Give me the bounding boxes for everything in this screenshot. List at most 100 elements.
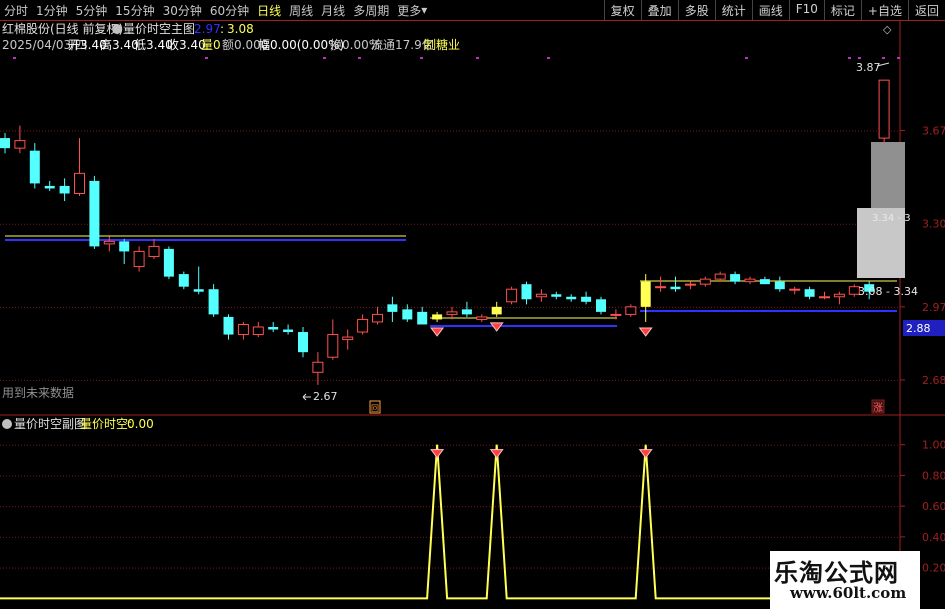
grid-dot-sub (549, 475, 550, 477)
grid-dot-main (513, 223, 514, 225)
grid-dot-main (30, 223, 31, 225)
grid-dot-main (510, 223, 511, 225)
grid-dot-main (39, 130, 40, 132)
grid-dot-main (591, 379, 592, 381)
grid-dot-main (270, 379, 271, 381)
grid-dot-sub (120, 475, 121, 477)
grid-dot-sub (693, 475, 694, 477)
grid-dot-sub (726, 567, 727, 569)
grid-dot-sub (72, 536, 73, 538)
grid-dot-main (768, 223, 769, 225)
grid-dot-main (549, 379, 550, 381)
grid-dot-main (372, 223, 373, 225)
grid-dot-main (735, 130, 736, 132)
grid-dot-sub (549, 536, 550, 538)
grid-dot-sub (615, 536, 616, 538)
grid-dot-sub (876, 506, 877, 508)
grid-dot-sub (57, 567, 58, 569)
grid-dot-main (60, 379, 61, 381)
grid-dot-main (816, 223, 817, 225)
grid-dot-main (531, 379, 532, 381)
grid-dot-main (156, 223, 157, 225)
grid-dot-sub (30, 536, 31, 538)
kline-chart[interactable]: 2.682.973.303.670.200.400.600.801.00 红棉股… (0, 0, 945, 609)
grid-dot-main (141, 130, 142, 132)
grid-dot-main (813, 130, 814, 132)
grid-dot-sub (237, 475, 238, 477)
grid-dot-sub (15, 506, 16, 508)
grid-dot-main (777, 306, 778, 308)
grid-dot-main (264, 306, 265, 308)
grid-dot-main (93, 130, 94, 132)
grid-dot-main (276, 223, 277, 225)
grid-dot-sub (555, 567, 556, 569)
grid-dot-main (753, 130, 754, 132)
candle-body (372, 313, 383, 323)
grid-dot-sub (162, 506, 163, 508)
grid-dot-main (690, 223, 691, 225)
grid-dot-main (180, 306, 181, 308)
grid-dot-main (450, 379, 451, 381)
diamond-icon[interactable]: ◇ (883, 23, 892, 36)
grid-dot-sub (156, 444, 157, 446)
grid-dot-sub (672, 567, 673, 569)
grid-dot-main (171, 130, 172, 132)
grid-dot-sub (120, 506, 121, 508)
grid-dot-sub (462, 475, 463, 477)
grid-dot-main (576, 306, 577, 308)
indicator-toggle-icon[interactable] (112, 24, 122, 34)
grid-dot-sub (768, 475, 769, 477)
grid-dot-main (618, 223, 619, 225)
grid-dot-main (396, 223, 397, 225)
grid-dot-main (663, 130, 664, 132)
grid-dot-sub (405, 567, 406, 569)
grid-dot-sub (660, 567, 661, 569)
grid-dot-sub (165, 536, 166, 538)
grid-dot-main (534, 130, 535, 132)
grid-dot-main (660, 223, 661, 225)
grid-dot-main (549, 306, 550, 308)
grid-dot-sub (555, 536, 556, 538)
grid-dot-sub (312, 506, 313, 508)
grid-dot-main (18, 306, 19, 308)
grid-dot-main (459, 306, 460, 308)
grid-dot-sub (276, 567, 277, 569)
grid-dot-sub (348, 444, 349, 446)
grid-dot-main (783, 130, 784, 132)
grid-dot-main (687, 130, 688, 132)
grid-dot-sub (600, 444, 601, 446)
grid-dot-sub (507, 506, 508, 508)
sub-indicator-toggle-icon[interactable] (2, 419, 12, 429)
grid-dot-sub (735, 536, 736, 538)
grid-dot-sub (246, 444, 247, 446)
grid-dot-main (567, 306, 568, 308)
grid-dot-sub (528, 536, 529, 538)
candle-body (789, 288, 801, 291)
grid-dot-sub (45, 444, 46, 446)
grid-dot-main (636, 223, 637, 225)
grid-dot-main (693, 379, 694, 381)
grid-dot-main (675, 306, 676, 308)
grid-dot-sub (717, 567, 718, 569)
grid-dot-main (864, 379, 865, 381)
grid-dot-sub (12, 475, 13, 477)
grid-dot-sub (450, 475, 451, 477)
grid-dot-main (198, 379, 199, 381)
grid-dot-sub (681, 567, 682, 569)
main-indicator-name[interactable]: 量价时空主图 (123, 22, 195, 36)
grid-dot-sub (759, 567, 760, 569)
grid-dot-sub (531, 567, 532, 569)
grid-dot-main (15, 379, 16, 381)
grid-dot-sub (231, 444, 232, 446)
grid-dot-main (159, 306, 160, 308)
grid-dot-main (690, 130, 691, 132)
sub-indicator-name[interactable]: 量价时空副图 (14, 417, 86, 431)
grid-dot-main (114, 130, 115, 132)
grid-dot-main (696, 130, 697, 132)
info-volume: 量0 (201, 38, 221, 52)
grid-dot-main (474, 379, 475, 381)
grid-dot-sub (198, 475, 199, 477)
grid-dot-main (804, 223, 805, 225)
grid-dot-sub (378, 536, 379, 538)
grid-dot-main (789, 306, 790, 308)
